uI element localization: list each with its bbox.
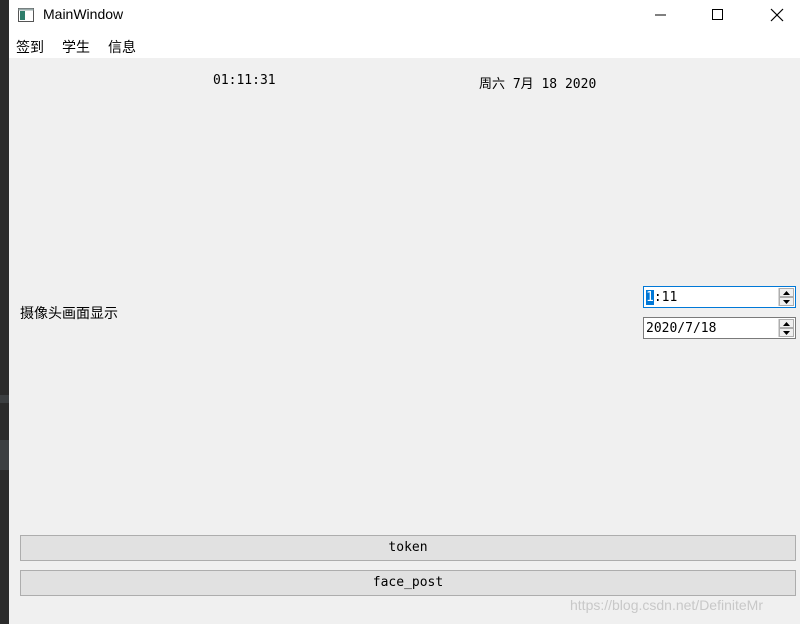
menu-info[interactable]: 信息 [108, 37, 136, 57]
minimize-icon [655, 14, 666, 16]
title-bar[interactable]: MainWindow [9, 0, 800, 32]
clock-date-label: 周六 7月 18 2020 [479, 77, 597, 92]
close-icon [770, 8, 784, 22]
app-icon [18, 7, 34, 23]
watermark: https://blog.csdn.net/DefiniteMr [570, 597, 763, 613]
date-edit[interactable]: 2020/7/18 [643, 317, 796, 339]
time-edit-spinner [778, 288, 794, 306]
clock-time-label: 01:11:31 [213, 73, 276, 88]
menu-bar: 签到 学生 信息 [9, 32, 800, 58]
date-edit-up-button[interactable] [779, 319, 794, 328]
window-title: MainWindow [43, 6, 124, 22]
menu-sign-in[interactable]: 签到 [16, 37, 44, 57]
date-edit-value[interactable]: 2020/7/18 [646, 321, 716, 336]
face-post-button[interactable]: face_post [20, 570, 796, 596]
token-button[interactable]: token [20, 535, 796, 561]
close-button[interactable] [754, 0, 800, 30]
spin-down-icon [783, 300, 790, 304]
maximize-icon [712, 9, 723, 20]
spin-up-icon [783, 322, 790, 326]
time-edit-down-button[interactable] [779, 297, 794, 306]
ide-strip-mark [0, 395, 9, 403]
time-edit[interactable]: 1:11 [643, 286, 796, 308]
maximize-button[interactable] [695, 0, 741, 30]
background-ide-strip [0, 0, 9, 624]
date-edit-down-button[interactable] [779, 328, 794, 337]
spin-down-icon [783, 331, 790, 335]
time-edit-up-button[interactable] [779, 288, 794, 297]
time-edit-selected-section: 1 [646, 290, 654, 305]
time-edit-value[interactable]: 1:11 [646, 290, 677, 305]
camera-display-label: 摄像头画面显示 [20, 306, 118, 322]
minimize-button[interactable] [638, 0, 684, 30]
main-window: MainWindow 签到 学生 信息 01:11:31 周六 7月 18 20… [9, 0, 800, 624]
menu-student[interactable]: 学生 [62, 37, 90, 57]
date-edit-spinner [778, 319, 794, 337]
spin-up-icon [783, 291, 790, 295]
time-edit-rest: :11 [653, 290, 678, 305]
ide-strip-mark [0, 440, 9, 470]
